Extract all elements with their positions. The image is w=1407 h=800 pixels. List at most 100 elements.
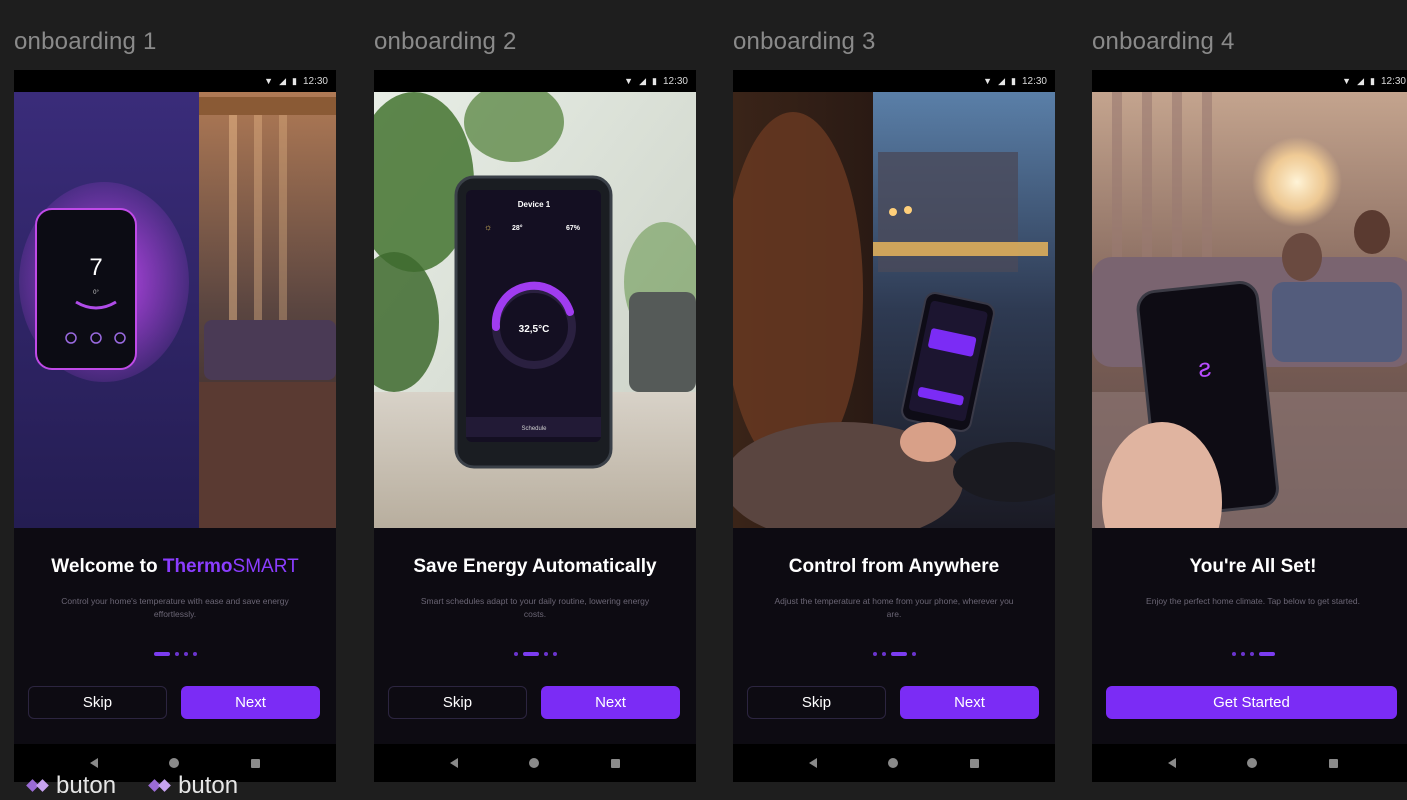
status-time: 12:30 (1021, 75, 1047, 87)
onboarding-title: Control from Anywhere (788, 556, 1000, 577)
onboarding-subtitle: Enjoy the perfect home climate. Tap belo… (1146, 596, 1360, 606)
android-nav-bar (733, 744, 1055, 782)
phone-screen: ▼ ◢ ▮ 12:30 (733, 70, 1055, 782)
home-icon[interactable] (888, 758, 899, 768)
recents-icon[interactable] (251, 758, 261, 768)
onboarding-subtitle: Adjust the temperature at home from your… (774, 596, 1014, 619)
back-icon[interactable] (808, 758, 817, 768)
wifi-icon: ▼ (983, 76, 993, 86)
phone-on-table-illustration: Device 1 ☼ 28° 67% 32,5°C Schedule (374, 92, 696, 528)
signal-icon: ◢ (1357, 75, 1365, 86)
onboarding-frame-2: onboarding 2 ▼ ◢ ▮ 12:30 Device 1 ☼ 28° … (374, 0, 696, 789)
title-prefix: Welcome to (51, 556, 158, 577)
onboarding-title: Welcome to ThermoSMART (14, 556, 336, 578)
component-icon (150, 776, 170, 796)
page-dot-active (153, 652, 170, 656)
status-bar: ▼ ◢ ▮ 12:30 (733, 70, 1055, 92)
back-icon[interactable] (449, 758, 458, 768)
signal-icon: ◢ (639, 75, 647, 86)
battery-icon: ▮ (652, 75, 657, 86)
setpoint-temp: 32,5°C (519, 324, 550, 335)
battery-icon: ▮ (292, 75, 297, 86)
frame-label: onboarding 2 (374, 28, 517, 55)
next-button[interactable]: Next (900, 686, 1039, 719)
family-living-room-illustration: ƨ (1092, 92, 1407, 528)
page-dot-active (1258, 652, 1275, 656)
frame-label: onboarding 3 (733, 28, 876, 55)
skip-button[interactable]: Skip (28, 686, 167, 719)
battery-icon: ▮ (1011, 75, 1016, 86)
hero-image: ƨ (1092, 92, 1407, 528)
page-indicator (733, 652, 1055, 656)
status-time: 12:30 (302, 75, 328, 87)
frame-label: onboarding 1 (14, 28, 157, 55)
android-nav-bar (374, 744, 696, 782)
onboarding-subtitle: Control your home's temperature with eas… (61, 596, 289, 619)
page-indicator (1092, 652, 1407, 656)
thermostat-sub: 0° (93, 290, 99, 296)
phone-screen: ▼ ◢ ▮ 12:30 (14, 70, 336, 782)
home-icon[interactable] (529, 758, 540, 768)
next-button[interactable]: Next (541, 686, 680, 719)
status-bar: ▼ ◢ ▮ 12:30 (374, 70, 696, 92)
recents-icon[interactable] (970, 758, 980, 768)
phone-screen: ▼ ◢ ▮ 12:30 (374, 70, 696, 782)
page-dot (1231, 652, 1236, 656)
home-icon[interactable] (169, 758, 180, 768)
hero-image: Device 1 ☼ 28° 67% 32,5°C Schedule (374, 92, 696, 528)
hero-image: 7 0° (14, 92, 336, 528)
humidity: 67% (566, 225, 581, 232)
component-label-text: buton (56, 772, 117, 799)
device-name: Device 1 (518, 200, 551, 209)
page-dot (513, 652, 518, 656)
page-dot (552, 652, 557, 656)
page-dot-active (890, 652, 907, 656)
sun-icon: ☼ (484, 222, 492, 232)
onboarding-frame-4: onboarding 4 ▼ ◢ ▮ 12:30 ƨ You're All Se… (1092, 0, 1407, 789)
battery-icon: ▮ (1370, 75, 1375, 86)
component-label: buton (28, 772, 116, 800)
weather-temp: 28° (512, 224, 523, 232)
status-bar: ▼ ◢ ▮ 12:30 (14, 70, 336, 92)
status-time: 12:30 (662, 75, 688, 87)
onboarding-frame-3: onboarding 3 ▼ ◢ ▮ 12:30 Control from An… (733, 0, 1055, 789)
recents-icon[interactable] (611, 758, 621, 768)
home-icon[interactable] (1247, 758, 1258, 768)
hero-image (733, 92, 1055, 528)
page-dot (881, 652, 886, 656)
schedule-tab: Schedule (521, 426, 547, 432)
page-indicator (374, 652, 696, 656)
component-label-text: buton (178, 772, 239, 799)
next-button[interactable]: Next (181, 686, 320, 719)
page-dot (1249, 652, 1254, 656)
skip-button[interactable]: Skip (388, 686, 527, 719)
recents-icon[interactable] (1329, 758, 1339, 768)
thermostat-illustration: 7 0° (14, 92, 336, 528)
title-brand-thermo: Thermo (162, 556, 233, 577)
page-dot (174, 652, 179, 656)
page-dot-active (522, 652, 539, 656)
person-holding-phone-illustration (733, 92, 1055, 528)
signal-icon: ◢ (998, 75, 1006, 86)
page-dot (911, 652, 916, 656)
title-brand-smart: SMART (232, 556, 299, 577)
page-dot (192, 652, 197, 656)
back-icon[interactable] (89, 758, 98, 768)
page-dot (183, 652, 188, 656)
wifi-icon: ▼ (1342, 76, 1352, 86)
thermostat-temp: 7 (89, 254, 102, 281)
page-indicator (14, 652, 336, 656)
onboarding-frame-1: onboarding 1 ▼ ◢ ▮ 12:30 7 0° Welcome to… (14, 0, 336, 789)
page-dot (872, 652, 877, 656)
page-dot (1240, 652, 1245, 656)
component-label: buton (150, 772, 238, 800)
android-nav-bar (1092, 744, 1407, 782)
back-icon[interactable] (1167, 758, 1176, 768)
skip-button[interactable]: Skip (747, 686, 886, 719)
wifi-icon: ▼ (624, 76, 634, 86)
status-time: 12:30 (1380, 75, 1406, 87)
get-started-button[interactable]: Get Started (1106, 686, 1397, 719)
phone-screen: ▼ ◢ ▮ 12:30 (1092, 70, 1407, 782)
wifi-icon: ▼ (264, 76, 274, 86)
onboarding-title: You're All Set! (1189, 556, 1317, 577)
